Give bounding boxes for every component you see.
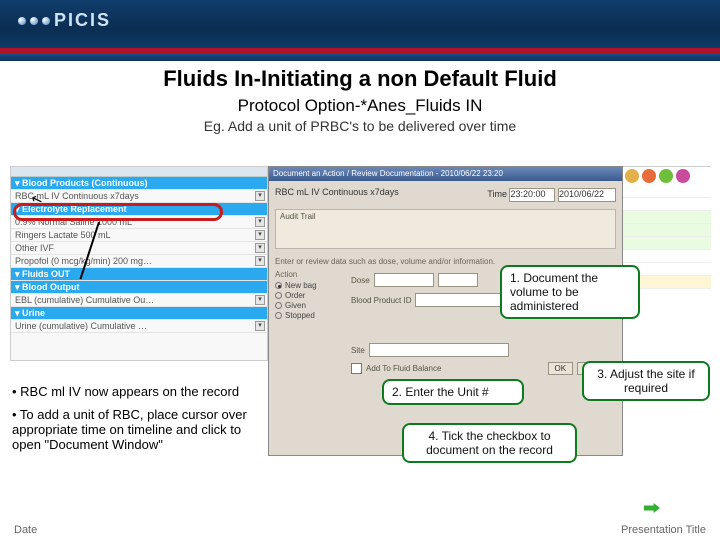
action-label: Action (275, 270, 345, 279)
chevron-down-icon[interactable]: ▾ (255, 217, 265, 227)
row-label: Urine (cumulative) Cumulative … (15, 321, 147, 331)
radio-icon (275, 302, 282, 309)
slide-body: Fluids In-Initiating a non Default Fluid… (0, 60, 720, 518)
brand-header: PICIS (0, 0, 720, 48)
row-label: ▾ Electrolyte Replacement (15, 204, 127, 214)
radio-label: Order (285, 291, 305, 300)
callout-1: 1. Document the volume to be administere… (500, 265, 640, 319)
grid-row[interactable]: 0.9% Normal Saline 1000 mL ▾ (11, 216, 267, 229)
record-grid-screenshot: ↖ ▾ Blood Products (Continuous) RBC mL I… (10, 166, 268, 361)
slide-title: Fluids In-Initiating a non Default Fluid (10, 66, 710, 92)
dialog-protocol-row: RBC mL IV Continuous x7days Time 23:20:0… (275, 187, 616, 203)
secu-icon[interactable] (642, 169, 656, 183)
row-label: 0.9% Normal Saline 1000 mL (15, 217, 132, 227)
grid-header (11, 167, 267, 177)
logo-dot-icon (42, 17, 50, 25)
row-label: EBL (cumulative) Cumulative Ou… (15, 295, 154, 305)
person-icon[interactable] (625, 169, 639, 183)
chevron-down-icon[interactable]: ▾ (255, 295, 265, 305)
brand-logo: PICIS (18, 10, 111, 31)
chevron-down-icon[interactable]: ▾ (255, 191, 265, 201)
logo-dot-icon (30, 17, 38, 25)
dialog-protocol: RBC mL IV Continuous x7days (275, 187, 399, 203)
row-label: Other IVF (15, 243, 54, 253)
strip-row[interactable] (623, 237, 711, 250)
strip-row[interactable] (623, 185, 711, 198)
blood-id-label: Blood Product ID (351, 296, 411, 305)
radio-icon (275, 282, 282, 289)
grid-row[interactable]: ▾ Urine (11, 307, 267, 320)
checkbox-icon[interactable] (351, 363, 362, 374)
callout-2: 2. Enter the Unit # (382, 379, 524, 405)
site-label: Site (351, 346, 365, 355)
site-field[interactable] (369, 343, 509, 357)
next-arrow-icon[interactable] (644, 503, 660, 513)
radio-stopped[interactable]: Stopped (275, 311, 345, 320)
bullet-1: • RBC ml IV now appears on the record (12, 384, 268, 399)
slide-subtitle: Protocol Option-*Anes_Fluids IN (10, 96, 710, 116)
bullet-block: • RBC ml IV now appears on the record • … (12, 376, 268, 460)
grid-row[interactable]: ▾ Blood Output (11, 281, 267, 294)
row-label: ▾ Blood Products (Continuous) (15, 178, 148, 188)
date-field[interactable]: 2010/06/22 (558, 188, 616, 202)
time-label: Time (487, 189, 507, 199)
grid-row[interactable]: ▾ Blood Products (Continuous) (11, 177, 267, 190)
grid-row[interactable]: Other IVF ▾ (11, 242, 267, 255)
radio-icon (275, 292, 282, 299)
radio-label: Stopped (285, 311, 315, 320)
grid-row-rbc[interactable]: RBC mL IV Continuous x7days ▾ (11, 190, 267, 203)
radio-new-bag[interactable]: New bag (275, 281, 345, 290)
radio-icon (275, 312, 282, 319)
grid-row[interactable]: Urine (cumulative) Cumulative … ▾ (11, 320, 267, 333)
dose-unit-field[interactable] (438, 273, 478, 287)
callout-3: 3. Adjust the site if required (582, 361, 710, 401)
strip-toolbar (623, 167, 711, 185)
dose-field[interactable] (374, 273, 434, 287)
ok-button[interactable]: OK (548, 362, 574, 375)
brand-text: PICIS (54, 10, 111, 31)
strip-row[interactable] (623, 198, 711, 211)
row-label: ▾ Urine (15, 308, 45, 318)
strip-row[interactable] (623, 211, 711, 224)
grid-row[interactable]: ▾ Electrolyte Replacement (11, 203, 267, 216)
chevron-down-icon[interactable]: ▾ (255, 256, 265, 266)
grid-row[interactable]: Propofol (0 mcg/kg/min) 200 mg…▾ (11, 255, 267, 268)
slide-example-line: Eg. Add a unit of PRBC's to be delivered… (10, 118, 710, 134)
audit-trail-panel: Audit Trail (275, 209, 616, 249)
slide-footer: Date Presentation Title (0, 524, 720, 536)
chevron-down-icon[interactable]: ▾ (255, 230, 265, 240)
strip-row[interactable] (623, 250, 711, 263)
grid-row[interactable]: Ringers Lactate 500 mL▾ (11, 229, 267, 242)
radio-label: Given (285, 301, 306, 310)
chevron-down-icon[interactable]: ▾ (255, 243, 265, 253)
bullet-2: • To add a unit of RBC, place cursor ove… (12, 407, 268, 452)
dialog-titlebar: Document an Action / Review Documentatio… (269, 167, 622, 181)
row-label: RBC mL IV Continuous x7days (15, 191, 139, 201)
strip-row[interactable] (623, 224, 711, 237)
doc-icon[interactable] (659, 169, 673, 183)
add-balance-label: Add To Fluid Balance (366, 364, 441, 373)
heart-icon[interactable] (676, 169, 690, 183)
radio-order[interactable]: Order (275, 291, 345, 300)
dose-label: Dose (351, 276, 370, 285)
row-label: ▾ Fluids OUT (15, 269, 70, 279)
content-area: ↖ ▾ Blood Products (Continuous) RBC mL I… (10, 166, 710, 518)
time-field[interactable]: 23:20:00 (509, 188, 555, 202)
radio-given[interactable]: Given (275, 301, 345, 310)
grid-row[interactable]: EBL (cumulative) Cumulative Ou… ▾ (11, 294, 267, 307)
callout-4: 4. Tick the checkbox to document on the … (402, 423, 577, 463)
logo-dot-icon (18, 17, 26, 25)
grid-row[interactable]: ▾ Fluids OUT (11, 268, 267, 281)
audit-label: Audit Trail (280, 212, 316, 221)
footer-left: Date (14, 524, 37, 536)
footer-right: Presentation Title (621, 524, 706, 536)
row-label: ▾ Blood Output (15, 282, 80, 292)
radio-label: New bag (285, 281, 317, 290)
chevron-down-icon[interactable]: ▾ (255, 321, 265, 331)
